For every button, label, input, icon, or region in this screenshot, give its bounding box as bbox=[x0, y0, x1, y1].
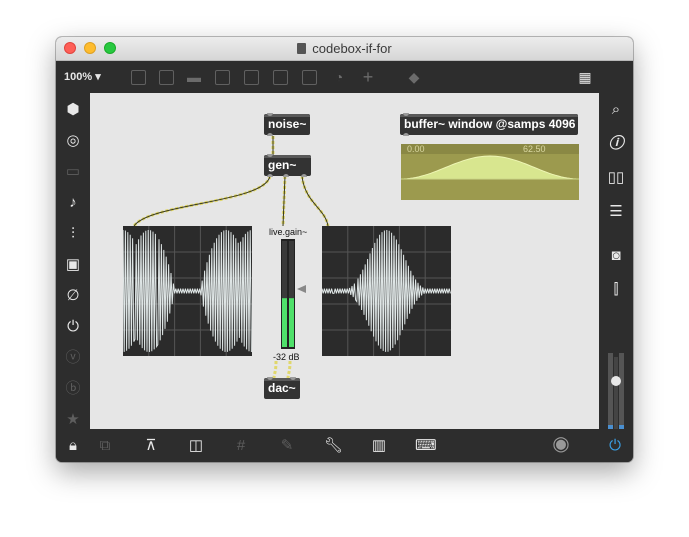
grid-icon[interactable]: ▦ bbox=[576, 68, 594, 86]
paint-bucket-icon[interactable]: ◆ bbox=[405, 68, 423, 86]
zoom-value: 100% bbox=[64, 71, 93, 83]
gen-object[interactable]: gen~ bbox=[264, 154, 311, 177]
chevron-down-icon: ▾ bbox=[95, 71, 101, 83]
comment-icon[interactable]: ▬ bbox=[185, 68, 203, 86]
cord-gain-dac-left[interactable] bbox=[272, 360, 278, 380]
dac-object[interactable]: dac~ bbox=[264, 377, 300, 399]
message-box-icon[interactable] bbox=[159, 70, 174, 85]
top-toolbar: 100% ▾ ▬ ◔ + ◆ ▦ bbox=[56, 61, 633, 93]
left-sidebar: ⬢ ◎ ▭ ♪ ⫶ ▣ ∅ ⏻ ⓥ ⓑ ★ bbox=[56, 93, 90, 429]
search-icon[interactable]: ⌕ bbox=[607, 101, 625, 119]
gain-value: -32 dB bbox=[273, 352, 300, 362]
gen-label: gen~ bbox=[268, 158, 297, 172]
presentation-mode-icon[interactable] bbox=[131, 70, 146, 85]
list-icon[interactable]: ☰ bbox=[607, 203, 625, 221]
buffer-label: buffer~ window @samps 4096 bbox=[404, 117, 576, 131]
image-icon[interactable]: ▣ bbox=[64, 256, 82, 274]
window-title: codebox-if-for bbox=[56, 41, 633, 56]
button-icon[interactable] bbox=[244, 70, 259, 85]
noise-label: noise~ bbox=[268, 117, 307, 131]
cord-gen-left-scope[interactable] bbox=[132, 175, 272, 228]
left-oscilloscope[interactable] bbox=[122, 226, 252, 356]
mixer-icon[interactable]: ⫿ bbox=[607, 281, 625, 299]
debug-icon[interactable]: ✎ bbox=[278, 437, 296, 455]
book-icon[interactable]: ▯▯ bbox=[607, 169, 625, 187]
plug-icon[interactable]: ⏻ bbox=[64, 318, 82, 336]
info-icon[interactable]: ⓘ bbox=[607, 135, 625, 153]
add-object-icon[interactable]: + bbox=[359, 68, 377, 86]
right-oscilloscope[interactable] bbox=[321, 226, 451, 356]
left-scope-trace bbox=[122, 226, 252, 356]
music-note-icon[interactable]: ♪ bbox=[64, 194, 82, 212]
keyboard-panel-icon[interactable]: ▭ bbox=[64, 163, 82, 181]
buffer-object[interactable]: buffer~ window @samps 4096 bbox=[400, 113, 578, 136]
play-icon[interactable] bbox=[273, 70, 288, 85]
cord-gen-right-scope[interactable] bbox=[300, 175, 330, 227]
transport-icon[interactable]: ◉ bbox=[552, 434, 570, 454]
zoom-menu[interactable]: 100% ▾ bbox=[64, 70, 101, 83]
gain-pointer[interactable] bbox=[297, 285, 306, 293]
buffer-min-label: 0.00 bbox=[407, 144, 425, 154]
v-circle-icon[interactable]: ⓥ bbox=[64, 349, 82, 367]
buffer-max-label: 62.50 bbox=[523, 144, 546, 154]
grid-toggle-icon[interactable]: # bbox=[232, 437, 250, 455]
dac-label: dac~ bbox=[268, 381, 296, 395]
paperclip-icon[interactable]: ∅ bbox=[64, 287, 82, 305]
titlebar: codebox-if-for bbox=[56, 37, 633, 61]
patch-canvas[interactable]: noise~ gen~ dac~ buffer~ window @samps 4… bbox=[90, 93, 599, 429]
sequencer-icon[interactable]: ⫶ bbox=[64, 225, 82, 243]
b-circle-icon[interactable]: ⓑ bbox=[64, 380, 82, 398]
window-title-text: codebox-if-for bbox=[312, 41, 392, 56]
windows-icon[interactable]: ◫ bbox=[187, 437, 205, 455]
right-sidebar: ⌕ ⓘ ▯▯ ☰ ◙ ⫿ bbox=[599, 93, 633, 462]
window-curve bbox=[401, 155, 579, 180]
fader-knob[interactable] bbox=[611, 376, 621, 386]
waveform-display[interactable]: 0.00 62.50 bbox=[401, 144, 579, 200]
cube-icon[interactable]: ⬢ bbox=[64, 101, 82, 119]
noise-object[interactable]: noise~ bbox=[264, 113, 310, 136]
camera-icon[interactable]: ◙ bbox=[607, 247, 625, 265]
toggle-icon[interactable] bbox=[215, 70, 230, 85]
star-icon[interactable]: ★ bbox=[64, 411, 82, 429]
keyboard-icon[interactable]: ⌨︎ bbox=[415, 437, 437, 455]
bottom-toolbar: 🔒︎ ⧉ ⊼ ◫ # ✎ 🔧︎ ▥ ⌨︎ ◉ ⏻ bbox=[56, 429, 633, 462]
patcher-window: codebox-if-for 100% ▾ ▬ ◔ + ◆ ▦ ⬢ ◎ ▭ ♪ … bbox=[56, 37, 633, 462]
dial-icon[interactable]: ◔ bbox=[330, 68, 348, 86]
presentation-icon[interactable]: ⊼ bbox=[142, 437, 160, 455]
piano-icon[interactable]: ▥ bbox=[370, 437, 388, 455]
slider-icon[interactable] bbox=[302, 70, 317, 85]
right-scope-trace bbox=[321, 226, 451, 356]
document-icon bbox=[297, 43, 307, 54]
wrench-icon[interactable]: 🔧︎ bbox=[324, 437, 343, 455]
live-gain-slider[interactable] bbox=[281, 239, 309, 349]
power-icon[interactable]: ⏻ bbox=[606, 437, 624, 455]
edit-icon[interactable]: ⧉ bbox=[96, 437, 114, 455]
gain-title: live.gain~ bbox=[269, 227, 308, 237]
lock-icon[interactable]: 🔒︎ bbox=[64, 437, 82, 455]
target-icon[interactable]: ◎ bbox=[64, 132, 82, 150]
